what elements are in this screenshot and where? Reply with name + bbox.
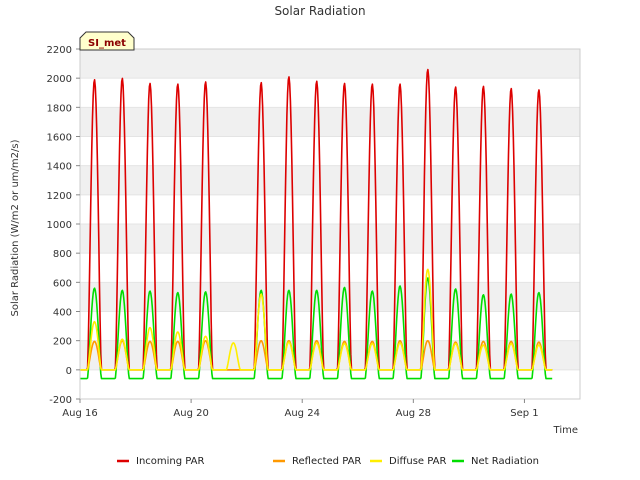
y-tick-label: 2200 [47, 45, 72, 56]
y-tick-label: 1200 [47, 191, 72, 202]
y-tick-label: 1600 [47, 133, 72, 144]
x-tick-label: Aug 20 [173, 408, 208, 419]
legend-label-incoming-par: Incoming PAR [136, 456, 205, 467]
y-tick-label: 800 [53, 249, 72, 260]
x-tick-label: Aug 16 [62, 408, 97, 419]
legend-label-diffuse-par: Diffuse PAR [389, 456, 446, 467]
y-axis-ticks: -200 0 200 400 600 800 1000 1200 1400 1600 1800 200… [47, 45, 80, 406]
x-tick-label: Aug 28 [396, 408, 431, 419]
grid-band [80, 107, 580, 137]
chart-title: Solar Radiation [274, 4, 365, 18]
station-badge-label: SI_met [88, 38, 126, 49]
y-tick-label: 0 [66, 366, 72, 377]
x-tick-label: Sep 1 [510, 408, 538, 419]
legend-label-net-radiation: Net Radiation [471, 456, 539, 467]
y-tick-label: 400 [53, 308, 72, 319]
x-tick-label: Aug 24 [285, 408, 320, 419]
y-tick-label: 200 [53, 337, 72, 348]
legend-label-reflected-par: Reflected PAR [292, 456, 361, 467]
y-tick-label: 2000 [47, 74, 72, 85]
grid-band [80, 165, 580, 195]
solar-radiation-chart: -200 0 200 400 600 800 1000 1200 1400 1600 1800 200… [10, 4, 581, 467]
y-tick-label: 600 [53, 278, 72, 289]
grid-band [80, 49, 580, 79]
y-tick-label: 1800 [47, 103, 72, 114]
legend: Incoming PAR Reflected PAR Diffuse PAR Net … [117, 456, 539, 467]
x-axis-ticks: Aug 16 Aug 20 Aug 24 Aug 28 Sep 1 [62, 399, 539, 419]
y-tick-label: 1000 [47, 220, 72, 231]
y-tick-label: 1400 [47, 162, 72, 173]
station-badge: SI_met [79, 31, 135, 51]
y-tick-label: -200 [49, 395, 72, 406]
y-axis-label: Solar Radiation (W/m2 or um/m2/s) [10, 139, 21, 316]
x-axis-label: Time [553, 425, 578, 436]
